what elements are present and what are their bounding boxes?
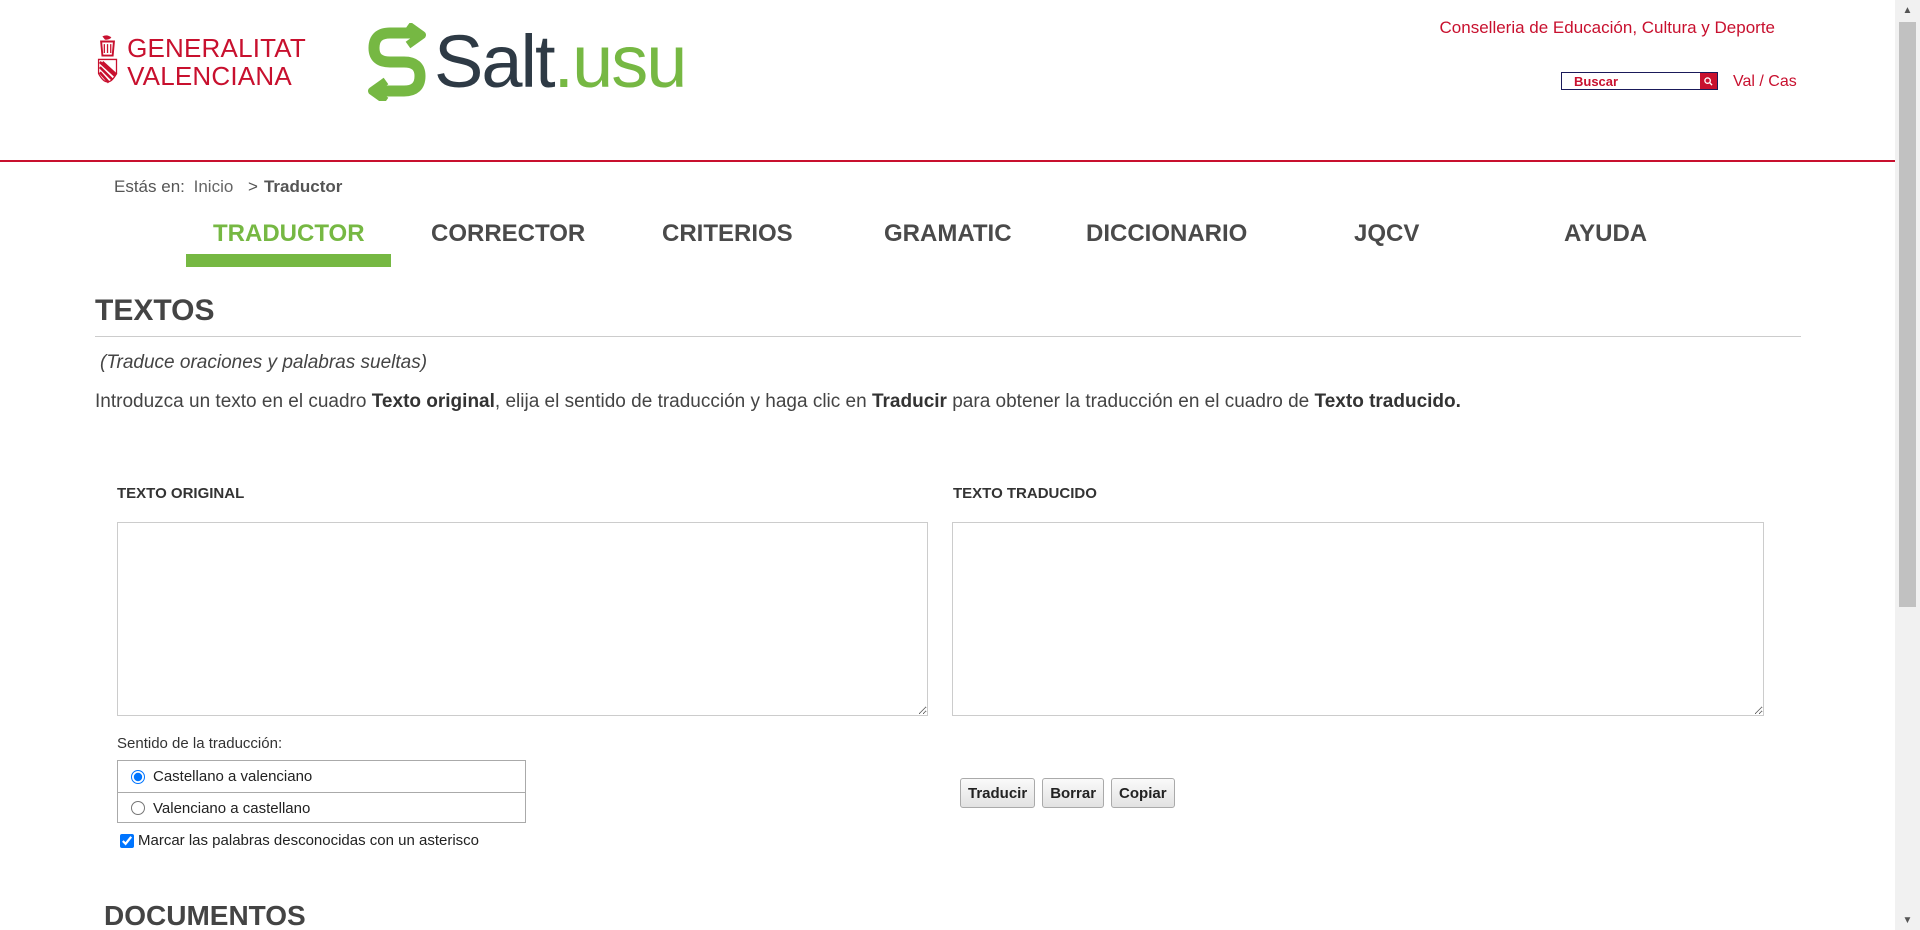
asterisk-option[interactable]: Marcar las palabras desconocidas con un …: [120, 832, 479, 849]
gva-line-1: GENERALITAT: [127, 33, 306, 63]
search-button[interactable]: [1700, 73, 1717, 89]
breadcrumb-current: Traductor: [263, 177, 343, 196]
option-es-va[interactable]: Castellano a valenciano: [118, 761, 525, 792]
salt-word-green: .usu: [553, 20, 688, 103]
salt-word-dark: Salt: [434, 20, 556, 103]
intro-text: Introduzca un texto en el cuadro Texto o…: [95, 391, 1461, 413]
tab-diccionario[interactable]: DICCIONARIO: [1086, 220, 1247, 248]
intro-bold-2: Traducir: [871, 391, 947, 412]
tab-corrector[interactable]: CORRECTOR: [431, 220, 585, 248]
conselleria-link[interactable]: Conselleria de Educación, Cultura y Depo…: [1440, 18, 1775, 38]
salt-usu-logo[interactable]: Salt.usu: [364, 20, 688, 103]
copy-button[interactable]: Copiar: [1111, 778, 1175, 808]
translate-button[interactable]: Traducir: [960, 778, 1036, 808]
asterisk-checkbox[interactable]: [120, 833, 134, 848]
intro-part-1: Introduzca un texto en el cuadro: [95, 391, 372, 412]
intro-part-3: para obtener la traducción en el cuadro …: [946, 391, 1315, 412]
lang-separator: /: [1754, 73, 1769, 90]
translated-text-label: TEXTO TRADUCIDO: [953, 485, 1097, 502]
lang-cas-link[interactable]: Cas: [1768, 73, 1796, 90]
vertical-scrollbar[interactable]: ▲ ▼: [1895, 0, 1920, 930]
clear-button[interactable]: Borrar: [1042, 778, 1105, 808]
breadcrumb-home-link[interactable]: Inicio: [194, 177, 234, 196]
radio-es-va[interactable]: [131, 769, 145, 784]
language-switch: Val / Cas: [1733, 73, 1797, 91]
option-es-va-label: Castellano a valenciano: [153, 768, 313, 785]
gva-wordmark: GENERALITAT VALENCIANA: [127, 34, 306, 90]
breadcrumb: Estás en: Inicio > Traductor: [114, 177, 342, 197]
scroll-thumb[interactable]: [1899, 22, 1916, 607]
tab-gramatic[interactable]: GRAMATIC: [884, 220, 1012, 248]
search-box: [1561, 72, 1718, 90]
translated-text-output[interactable]: [952, 522, 1764, 716]
radio-va-es[interactable]: [131, 801, 145, 815]
lang-val-link[interactable]: Val: [1733, 73, 1755, 90]
salt-s-icon: [368, 23, 426, 101]
intro-bold-1: Texto original: [371, 391, 495, 412]
direction-label: Sentido de la traducción:: [117, 735, 283, 752]
intro-bold-3: Texto traducido.: [1314, 391, 1461, 412]
original-text-label: TEXTO ORIGINAL: [117, 485, 245, 502]
tab-ayuda[interactable]: AYUDA: [1564, 220, 1647, 248]
tab-traductor[interactable]: TRADUCTOR: [213, 220, 365, 248]
breadcrumb-separator: >: [248, 177, 258, 196]
asterisk-label: Marcar las palabras desconocidas con un …: [138, 832, 480, 849]
option-va-es-label: Valenciano a castellano: [153, 799, 311, 817]
section-title: TEXTOS: [95, 294, 215, 327]
documents-section-title: DOCUMENTOS: [104, 900, 306, 930]
tab-criterios[interactable]: CRITERIOS: [662, 220, 793, 248]
chevron-up-icon[interactable]: ▲: [1895, 0, 1920, 20]
chevron-down-icon[interactable]: ▼: [1895, 910, 1920, 930]
breadcrumb-prefix: Estás en:: [114, 177, 185, 196]
option-va-es[interactable]: Valenciano a castellano: [118, 792, 525, 823]
search-input[interactable]: [1562, 73, 1700, 89]
gva-emblem-icon: [97, 35, 118, 84]
search-icon: [1704, 76, 1713, 86]
active-tab-indicator: [186, 254, 391, 267]
section-divider: [95, 336, 1801, 337]
salt-usu-wordmark: Salt.usu: [434, 20, 688, 103]
generalitat-valenciana-logo[interactable]: GENERALITAT VALENCIANA: [96, 18, 306, 106]
direction-options: Castellano a valenciano Valenciano a cas…: [117, 760, 526, 823]
site-header: GENERALITAT VALENCIANA Salt.usu Conselle…: [0, 0, 1895, 162]
action-buttons: Traducir Borrar Copiar: [960, 778, 1175, 808]
intro-part-2: , elija el sentido de traducción y haga …: [494, 391, 872, 412]
original-text-input[interactable]: [117, 522, 928, 716]
section-subtitle: (Traduce oraciones y palabras sueltas): [100, 352, 428, 373]
tab-jqcv[interactable]: JQCV: [1354, 220, 1419, 248]
gva-line-2: VALENCIANA: [127, 61, 292, 91]
